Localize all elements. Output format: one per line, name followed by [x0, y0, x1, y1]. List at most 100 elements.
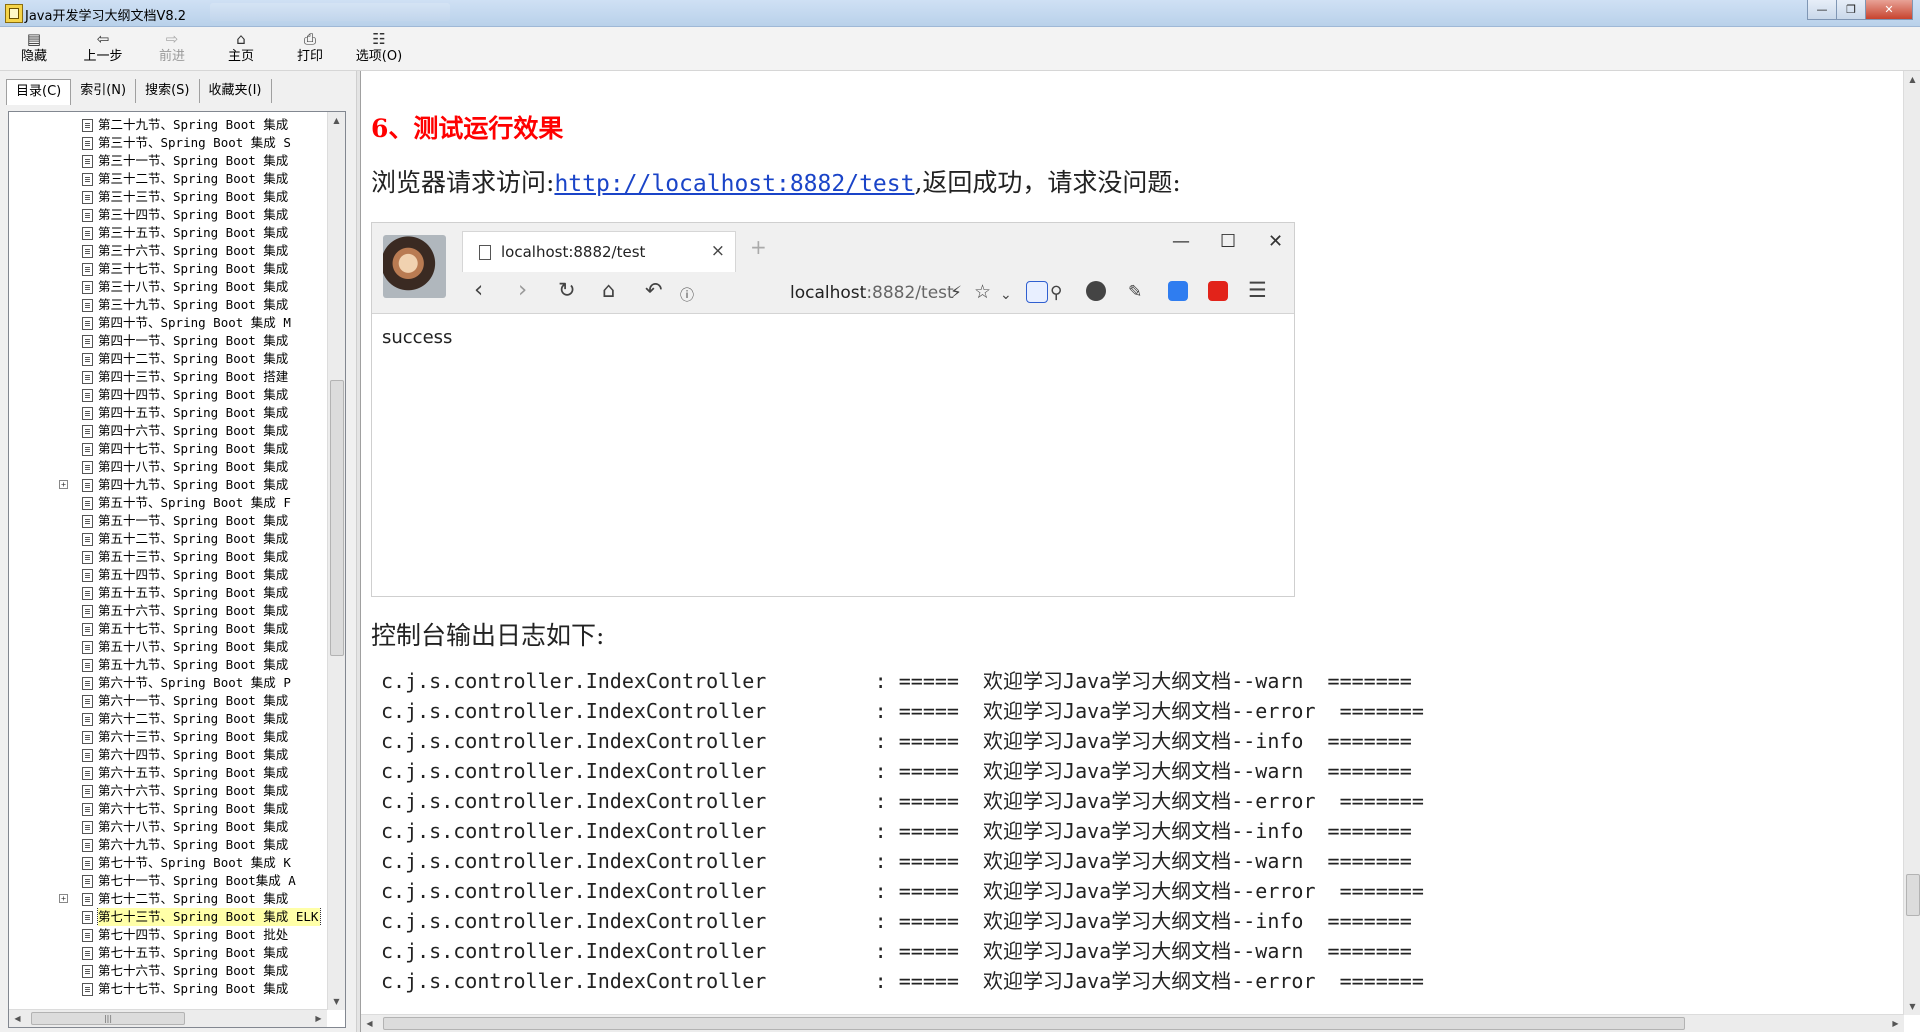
tree-item[interactable]: 第四十一节、Spring Boot 集成: [9, 332, 327, 350]
forward-button[interactable]: ⇨ 前进: [140, 30, 204, 68]
tree-item[interactable]: 第七十节、Spring Boot 集成 K: [9, 854, 327, 872]
forward-icon[interactable]: ›: [518, 277, 527, 303]
tab-contents[interactable]: 目录(C): [6, 79, 72, 105]
tree-item[interactable]: 第四十四节、Spring Boot 集成: [9, 386, 327, 404]
tree-item[interactable]: 第六十节、Spring Boot 集成 P: [9, 674, 327, 692]
tree-item[interactable]: 第六十一节、Spring Boot 集成: [9, 692, 327, 710]
reload-icon[interactable]: ↻: [558, 277, 576, 303]
tree-item[interactable]: 第七十一节、Spring Boot集成 A: [9, 872, 327, 890]
tree-item[interactable]: + 第七十二节、Spring Boot 集成: [9, 890, 327, 908]
tree-item[interactable]: 第三十五节、Spring Boot 集成: [9, 224, 327, 242]
title-bar[interactable]: Java开发学习大纲文档V8.2 — ❐ ✕: [0, 0, 1920, 27]
options-button[interactable]: ☷ 选项(O): [347, 30, 411, 68]
home-icon[interactable]: ⌂: [602, 277, 615, 303]
menu-icon[interactable]: ☰: [1248, 277, 1267, 303]
browser-tab[interactable]: localhost:8882/test ×: [462, 231, 736, 272]
star-icon[interactable]: ☆: [974, 279, 991, 305]
tree-horizontal-scrollbar[interactable]: ◀ ||| ▶: [9, 1009, 327, 1027]
undo-icon[interactable]: ↶: [645, 277, 663, 303]
tree-item[interactable]: 第三十二节、Spring Boot 集成: [9, 170, 327, 188]
test-url-link[interactable]: http://localhost:8882/test: [554, 171, 914, 197]
tree-item[interactable]: 第五十节、Spring Boot 集成 F: [9, 494, 327, 512]
tree-scroll-thumb[interactable]: [330, 380, 344, 656]
fe-icon[interactable]: [1208, 281, 1228, 301]
content-scroll-right-icon[interactable]: ▶: [1887, 1015, 1904, 1032]
scroll-down-icon[interactable]: ▼: [328, 993, 345, 1010]
browser-close-icon[interactable]: ✕: [1268, 231, 1283, 252]
scroll-left-icon[interactable]: ◀: [9, 1010, 26, 1027]
tree-item[interactable]: 第三十三节、Spring Boot 集成: [9, 188, 327, 206]
tree-item[interactable]: + 第四十九节、Spring Boot 集成: [9, 476, 327, 494]
scroll-up-icon[interactable]: ▲: [328, 112, 345, 129]
content-vertical-scrollbar[interactable]: ▲ ▼: [1903, 71, 1920, 1015]
home-button[interactable]: ⌂ 主页: [209, 30, 273, 68]
contents-tree[interactable]: 第二十九节、Spring Boot 集成 第三十节、Spring Boot 集成 …: [8, 111, 346, 1028]
tree-item[interactable]: 第五十八节、Spring Boot 集成: [9, 638, 327, 656]
back-button[interactable]: ⇦ 上一步: [71, 30, 135, 68]
tree-item[interactable]: 第五十六节、Spring Boot 集成: [9, 602, 327, 620]
content-scroll-up-icon[interactable]: ▲: [1904, 71, 1920, 88]
tree-item[interactable]: 第三十节、Spring Boot 集成 S: [9, 134, 327, 152]
tree-item[interactable]: 第四十六节、Spring Boot 集成: [9, 422, 327, 440]
tree-item[interactable]: 第七十七节、Spring Boot 集成: [9, 980, 327, 998]
tree-vertical-scrollbar[interactable]: ▲ ▼: [327, 112, 345, 1010]
tree-item[interactable]: 第三十九节、Spring Boot 集成: [9, 296, 327, 314]
expand-icon[interactable]: +: [59, 480, 68, 489]
extension-icon[interactable]: ✎: [1128, 279, 1142, 305]
back-icon[interactable]: ‹: [474, 277, 483, 303]
bolt-icon[interactable]: ⚡: [950, 280, 962, 306]
tree-item[interactable]: 第四十节、Spring Boot 集成 M: [9, 314, 327, 332]
tree-item[interactable]: 第六十六节、Spring Boot 集成: [9, 782, 327, 800]
tree-item[interactable]: 第四十八节、Spring Boot 集成: [9, 458, 327, 476]
tree-item[interactable]: 第三十四节、Spring Boot 集成: [9, 206, 327, 224]
tab-search[interactable]: 搜索(S): [136, 79, 200, 103]
tree-item[interactable]: 第五十五节、Spring Boot 集成: [9, 584, 327, 602]
search-icon[interactable]: ⚲: [1050, 280, 1062, 306]
tree-item[interactable]: 第三十一节、Spring Boot 集成: [9, 152, 327, 170]
tree-item[interactable]: 第七十六节、Spring Boot 集成: [9, 962, 327, 980]
scroll-right-icon[interactable]: ▶: [310, 1010, 327, 1027]
tree-item[interactable]: 第六十九节、Spring Boot 集成: [9, 836, 327, 854]
tree-item[interactable]: 第五十一节、Spring Boot 集成: [9, 512, 327, 530]
tree-item[interactable]: 第三十七节、Spring Boot 集成: [9, 260, 327, 278]
address-bar[interactable]: localhost:8882/test: [790, 283, 954, 303]
baidu-icon[interactable]: [1026, 281, 1048, 303]
content-scroll-thumb[interactable]: [1906, 874, 1920, 916]
tree-item[interactable]: 第二十九节、Spring Boot 集成: [9, 116, 327, 134]
browser-minimize-icon[interactable]: —: [1172, 231, 1190, 252]
info-icon[interactable]: ⓘ: [680, 283, 694, 309]
tab-index[interactable]: 索引(N): [71, 79, 137, 103]
content-scroll-down-icon[interactable]: ▼: [1904, 998, 1920, 1015]
tree-item[interactable]: 第七十三节、Spring Boot 集成 ELK: [9, 908, 327, 926]
content-horizontal-scrollbar[interactable]: ◀ ▶: [361, 1014, 1904, 1032]
tree-item[interactable]: 第七十四节、Spring Boot 批处: [9, 926, 327, 944]
tree-item[interactable]: 第七十五节、Spring Boot 集成: [9, 944, 327, 962]
content-scroll-left-icon[interactable]: ◀: [361, 1015, 378, 1032]
tab-favorites[interactable]: 收藏夹(I): [200, 79, 272, 103]
tree-item[interactable]: 第六十四节、Spring Boot 集成: [9, 746, 327, 764]
tree-item[interactable]: 第三十八节、Spring Boot 集成: [9, 278, 327, 296]
restore-button[interactable]: ❐: [1836, 0, 1866, 20]
tree-item[interactable]: 第六十三节、Spring Boot 集成: [9, 728, 327, 746]
tree-item[interactable]: 第四十三节、Spring Boot 搭建: [9, 368, 327, 386]
tree-item[interactable]: 第六十二节、Spring Boot 集成: [9, 710, 327, 728]
tab-close-icon[interactable]: ×: [711, 241, 725, 261]
content-hscroll-thumb[interactable]: [383, 1017, 1685, 1030]
minimize-button[interactable]: —: [1807, 0, 1837, 20]
tree-item[interactable]: 第四十七节、Spring Boot 集成: [9, 440, 327, 458]
tree-item[interactable]: 第五十七节、Spring Boot 集成: [9, 620, 327, 638]
tree-item[interactable]: 第五十四节、Spring Boot 集成: [9, 566, 327, 584]
print-button[interactable]: ⎙ 打印: [278, 30, 342, 68]
browser-maximize-icon[interactable]: ☐: [1220, 231, 1236, 252]
new-tab-icon[interactable]: +: [750, 235, 767, 259]
tree-item[interactable]: 第五十三节、Spring Boot 集成: [9, 548, 327, 566]
bookmark-ext-icon[interactable]: [1168, 281, 1188, 301]
tree-item[interactable]: 第三十六节、Spring Boot 集成: [9, 242, 327, 260]
close-button[interactable]: ✕: [1865, 0, 1913, 20]
tree-item[interactable]: 第六十七节、Spring Boot 集成: [9, 800, 327, 818]
tree-item[interactable]: 第四十五节、Spring Boot 集成: [9, 404, 327, 422]
tree-item[interactable]: 第四十二节、Spring Boot 集成: [9, 350, 327, 368]
tree-item[interactable]: 第六十八节、Spring Boot 集成: [9, 818, 327, 836]
tree-item[interactable]: 第六十五节、Spring Boot 集成: [9, 764, 327, 782]
hide-button[interactable]: ▤ 隐藏: [2, 30, 66, 68]
